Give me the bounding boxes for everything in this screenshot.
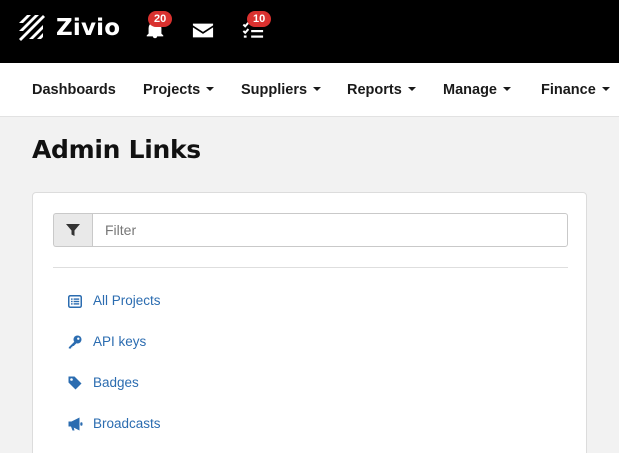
nav-projects[interactable]: Projects — [143, 63, 215, 117]
bullhorn-icon — [67, 416, 83, 432]
filter-icon — [66, 224, 80, 236]
top-bar: Zivio 20 10 — [0, 0, 619, 63]
envelope-icon[interactable] — [192, 19, 214, 41]
nav-suppliers[interactable]: Suppliers — [241, 63, 322, 117]
nav-label: Dashboards — [32, 82, 116, 98]
admin-link-all-projects[interactable]: All Projects — [67, 292, 161, 333]
admin-link-api-keys[interactable]: API keys — [67, 333, 161, 374]
zivio-logo-icon — [19, 15, 45, 41]
admin-links-list: All Projects API keys Badges Broadcasts — [67, 292, 161, 453]
brand-logo[interactable]: Zivio — [17, 13, 120, 43]
link-label: Badges — [93, 375, 139, 390]
tasks-badge: 10 — [247, 11, 272, 27]
brand-name: Zivio — [56, 15, 121, 41]
filter-input[interactable] — [92, 213, 568, 247]
caret-down-icon — [313, 87, 322, 92]
notifications-badge: 20 — [148, 11, 173, 27]
nav-dashboards[interactable]: Dashboards — [32, 63, 116, 117]
caret-down-icon — [601, 87, 610, 92]
main-nav: Dashboards Projects Suppliers Reports Ma… — [0, 63, 619, 117]
filter-group — [53, 213, 568, 247]
nav-label: Manage — [443, 82, 497, 98]
caret-down-icon — [206, 87, 215, 92]
admin-links-panel: All Projects API keys Badges — [32, 192, 587, 453]
admin-link-broadcasts[interactable]: Broadcasts — [67, 415, 161, 453]
list-icon — [67, 293, 83, 309]
divider — [53, 267, 568, 268]
nav-label: Projects — [143, 82, 201, 98]
nav-manage[interactable]: Manage — [443, 63, 511, 117]
tag-icon — [67, 375, 83, 391]
nav-label: Suppliers — [241, 82, 308, 98]
nav-finance[interactable]: Finance — [541, 63, 610, 117]
admin-link-badges[interactable]: Badges — [67, 374, 161, 415]
page-title: Admin Links — [32, 135, 201, 164]
link-label: Broadcasts — [93, 416, 161, 431]
link-label: API keys — [93, 334, 147, 349]
key-icon — [67, 334, 83, 350]
filter-addon — [53, 213, 92, 247]
caret-down-icon — [503, 87, 511, 92]
link-label: All Projects — [93, 293, 161, 308]
nav-reports[interactable]: Reports — [347, 63, 416, 117]
caret-down-icon — [407, 87, 416, 92]
nav-label: Finance — [541, 82, 596, 98]
nav-label: Reports — [347, 82, 402, 98]
